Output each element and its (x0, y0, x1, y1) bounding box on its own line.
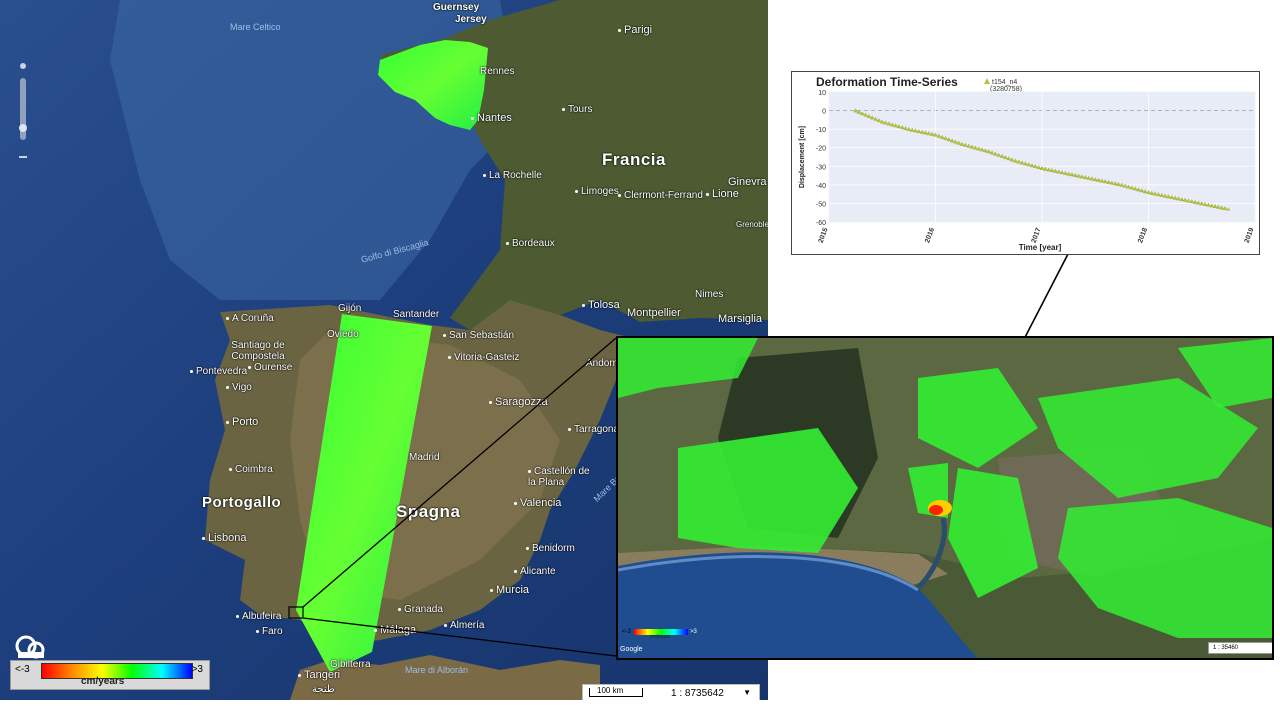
city-label: Limoges (575, 186, 619, 197)
city-label: Rennes (480, 66, 515, 77)
city-label: Granada (398, 604, 443, 615)
city-label: Valencia (514, 497, 561, 509)
city-label: Málaga (374, 624, 416, 636)
app-logo (14, 632, 48, 660)
zoom-scale-label: 1 : 35460 (1213, 645, 1239, 651)
y-axis-label: Displacement [cm] (799, 126, 806, 188)
city-label: Lione (706, 188, 739, 200)
timeseries-panel: Deformation Time-Series t154_n4 (3280758… (791, 71, 1260, 255)
y-tick-label: -30 (816, 164, 826, 171)
scale-distance-label: 100 km (597, 686, 624, 695)
city-label: Saragozza (489, 396, 548, 408)
country-label: Francia (602, 150, 666, 169)
legend-min-label: <-3 (15, 664, 30, 675)
city-label: Tolosa (582, 299, 620, 311)
city-label: Almería (444, 620, 484, 631)
city-label: Albufeira (236, 611, 281, 622)
city-label: Nantes (471, 112, 512, 124)
y-tick-label: 10 (818, 90, 826, 97)
city-label: Ginevra (728, 176, 767, 188)
city-label: A Coruña (226, 313, 274, 324)
country-label: Portogallo (202, 494, 282, 511)
city-label: Coimbra (229, 464, 273, 475)
zoom-legend-max: >3 (690, 629, 697, 635)
city-label: Pontevedra (190, 366, 247, 377)
city-label: Montpellier (627, 307, 681, 319)
city-label: Nimes (695, 289, 724, 300)
sea-label: Mare di Alborán (405, 665, 469, 675)
sea-label: Mare Celtico (230, 22, 281, 32)
y-tick-label: -10 (816, 127, 826, 134)
legend-max-label: >3 (191, 664, 203, 675)
y-tick-label: -40 (816, 183, 826, 190)
city-label: Santander (393, 309, 440, 320)
zoom-out-icon[interactable] (19, 156, 27, 158)
legend-unit-label: cm/years (81, 676, 125, 687)
city-label: Tours (562, 104, 592, 115)
city-label: Murcia (490, 584, 529, 596)
y-tick-label: -50 (816, 201, 826, 208)
city-label: Santiago de Compostela (231, 340, 285, 362)
city-label: Porto (226, 416, 258, 428)
y-tick-label: 0 (822, 109, 826, 116)
y-tick-label: -60 (816, 220, 826, 227)
city-label: Grenoble (736, 220, 768, 229)
city-label: Guernsey (433, 2, 480, 13)
city-label: Alicante (514, 566, 556, 577)
city-label: Gijón (338, 303, 362, 314)
city-label: طنجة (312, 684, 335, 695)
zoom-map (618, 338, 1272, 658)
map-scale[interactable]: 100 km 1 : 8735642 ▼ (582, 684, 760, 700)
zoom-inset[interactable]: <-3 >3 cm/years Google 1 : 35460 (616, 336, 1274, 660)
zoom-legend: <-3 >3 cm/years (622, 628, 697, 640)
city-label: Vitoria-Gasteiz (448, 352, 519, 363)
timeseries-chart: Deformation Time-Series t154_n4 (3280758… (792, 72, 1259, 254)
velocity-legend: <-3 >3 cm/years (10, 660, 210, 690)
x-axis-label: Time [year] (1019, 243, 1062, 252)
city-label: Jersey (455, 14, 487, 25)
city-label: Madrid (409, 452, 440, 463)
zoom-legend-min: <-3 (622, 629, 631, 635)
zoom-scale: 1 : 35460 (1208, 642, 1272, 654)
chart-title: Deformation Time-Series (816, 75, 958, 89)
city-label: Castellón de la Plana (528, 466, 600, 488)
pan-icon[interactable] (20, 63, 26, 69)
zoom-slider[interactable] (17, 60, 29, 165)
zoom-legend-unit: cm/years (650, 634, 671, 640)
y-tick-label: -20 (816, 146, 826, 153)
zoom-handle[interactable] (19, 124, 27, 132)
city-label: Faro (256, 626, 283, 637)
deformation-hotspot (928, 500, 952, 516)
city-label: Marsiglia (718, 313, 763, 325)
scale-ratio-label: 1 : 8735642 (671, 688, 724, 699)
city-label: Ourense (248, 362, 292, 373)
city-label: Tangeri (298, 669, 340, 681)
chevron-down-icon[interactable]: ▼ (743, 688, 751, 697)
city-label: Oviedo (327, 329, 359, 340)
google-attribution: Google (620, 646, 643, 653)
city-label: Parigi (618, 24, 652, 36)
city-label: San Sebastián (443, 330, 514, 341)
country-label: Spagna (396, 502, 461, 521)
chart-legend-name: t154_n4 (992, 79, 1017, 86)
city-label: La Rochelle (483, 170, 542, 181)
city-label: Benidorm (526, 543, 575, 554)
city-label: Clermont-Ferrand (618, 190, 703, 201)
city-label: Lisbona (202, 532, 247, 544)
city-label: Vigo (226, 382, 252, 393)
city-label: Bordeaux (506, 238, 555, 249)
city-label: Tarragona (568, 424, 619, 435)
